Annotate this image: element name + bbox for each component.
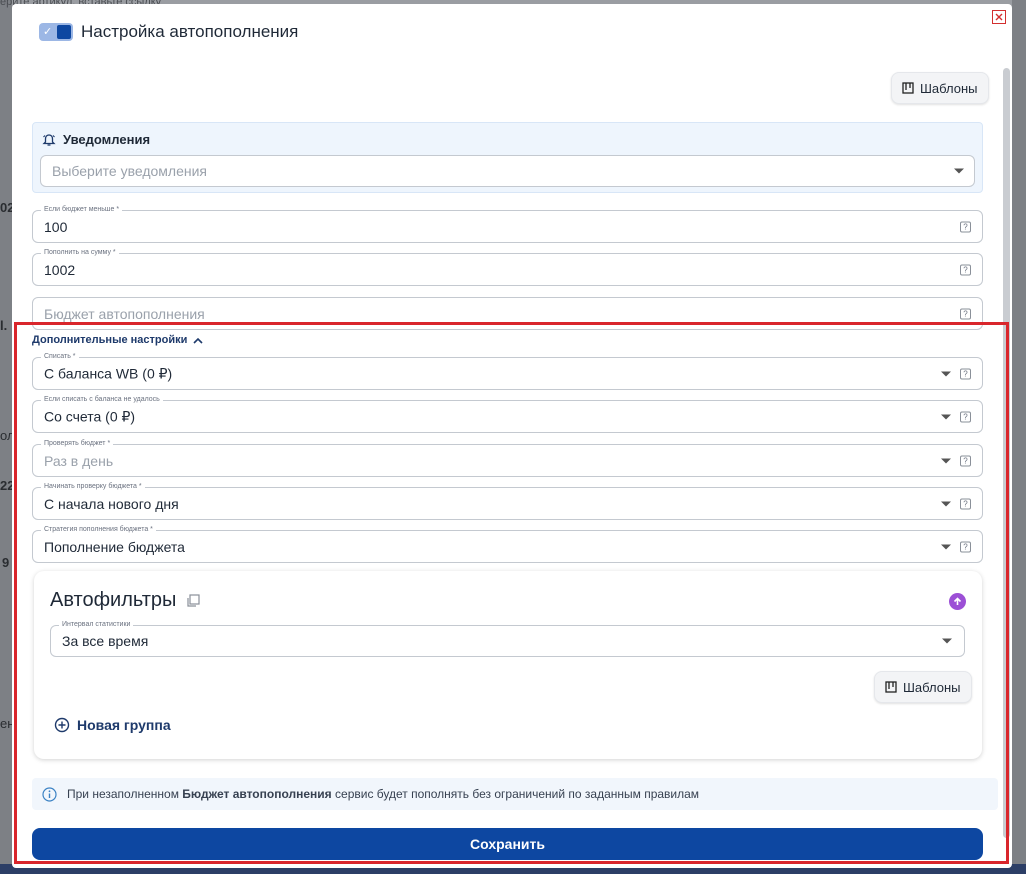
background-text: 9 (2, 555, 10, 570)
select-value: За все время (62, 633, 149, 649)
chevron-down-icon (941, 458, 951, 463)
background-text: l. (0, 318, 8, 333)
topup-strategy-select[interactable]: Стратегия пополнения бюджета * Пополнени… (32, 525, 983, 563)
field-placeholder: Бюджет автопополнения (44, 305, 205, 322)
check-start-select[interactable]: Начинать проверку бюджета * С начала нов… (32, 482, 983, 520)
template-icon (885, 681, 897, 693)
notifications-placeholder: Выберите уведомления (52, 163, 208, 179)
close-icon (995, 13, 1003, 21)
bell-icon (42, 133, 56, 146)
close-button[interactable] (992, 10, 1006, 24)
check-frequency-select[interactable]: Проверять бюджет * Раз в день ? (32, 439, 983, 477)
autofilters-card: Автофильтры Интервал статистики За все в… (34, 571, 982, 759)
stats-interval-select[interactable]: Интервал статистики За все время (50, 620, 965, 657)
plus-circle-icon (54, 717, 70, 733)
new-group-label: Новая группа (77, 717, 171, 733)
background-right (1012, 0, 1026, 874)
collapse-up-icon[interactable] (949, 593, 966, 610)
field-label: Интервал статистики (59, 620, 134, 630)
topup-amount-field[interactable]: Пополнить на сумму * 1002 ? (32, 248, 983, 286)
check-icon: ✓ (43, 26, 53, 38)
field-label: Списать * (41, 352, 79, 362)
help-icon[interactable]: ? (960, 411, 971, 422)
fallback-source-select[interactable]: Если списать с баланса не удалось Со сче… (32, 395, 983, 433)
modal-title: Настройка автопополнения (81, 22, 299, 41)
budget-threshold-field[interactable]: Если бюджет меньше * 100 ? (32, 205, 983, 243)
info-bold: Бюджет автопополнения (182, 787, 332, 801)
save-button[interactable]: Сохранить (32, 828, 983, 860)
field-label: Проверять бюджет * (41, 439, 114, 449)
advanced-settings-toggle[interactable]: Дополнительные настройки (32, 334, 203, 346)
help-icon[interactable]: ? (960, 221, 971, 232)
help-icon[interactable]: ? (960, 498, 971, 509)
chevron-up-icon (193, 337, 203, 344)
autofill-settings-modal: ✓ Настройка автопополнения Шаблоны Уведо… (12, 4, 1012, 868)
autofilters-title: Автофильтры (50, 589, 201, 612)
templates-button[interactable]: Шаблоны (891, 72, 989, 104)
notifications-label: Уведомления (63, 132, 151, 147)
chevron-down-icon (941, 501, 951, 506)
notifications-section: Уведомления Выберите уведомления (32, 122, 983, 193)
select-value: Со счета (0 ₽) (44, 408, 136, 424)
info-notice: При незаполненном Бюджет автопополнения … (32, 778, 998, 810)
field-label: Если списать с баланса не удалось (41, 395, 163, 405)
field-value: 1002 (44, 261, 76, 278)
templates-label: Шаблоны (903, 679, 961, 695)
help-icon[interactable]: ? (960, 368, 971, 379)
select-value: Пополнение бюджета (44, 538, 185, 555)
autofill-budget-field[interactable]: Бюджет автопополнения ? (32, 297, 983, 330)
select-value: С начала нового дня (44, 495, 179, 512)
info-suffix: сервис будет пополнять без ограничений п… (335, 787, 700, 801)
notifications-select[interactable]: Выберите уведомления (40, 155, 975, 187)
autofilters-heading: Автофильтры (50, 589, 177, 611)
field-label: Если бюджет меньше * (41, 205, 123, 215)
autofill-toggle[interactable]: ✓ (39, 23, 73, 41)
copy-help-icon[interactable] (186, 593, 201, 608)
templates-label: Шаблоны (920, 80, 978, 96)
help-icon[interactable]: ? (960, 541, 971, 552)
notifications-title: Уведомления (42, 132, 150, 147)
chevron-down-icon (941, 414, 951, 419)
field-label: Стратегия пополнения бюджета * (41, 525, 156, 535)
new-group-button[interactable]: Новая группа (54, 717, 171, 733)
select-value: С баланса WB (0 ₽) (44, 365, 173, 381)
select-value: Раз в день (44, 452, 114, 469)
debit-source-select[interactable]: Списать * С баланса WB (0 ₽) ? (32, 352, 983, 390)
help-icon[interactable]: ? (960, 264, 971, 275)
modal-header: ✓ Настройка автопополнения (39, 22, 298, 42)
info-icon (42, 786, 57, 802)
info-prefix: При незаполненном (67, 787, 179, 801)
chevron-down-icon (941, 371, 951, 376)
advanced-settings-label: Дополнительные настройки (32, 334, 188, 346)
field-label: Начинать проверку бюджета * (41, 482, 145, 492)
info-text: При незаполненном Бюджет автопополнения … (67, 787, 699, 801)
autofilter-templates-button[interactable]: Шаблоны (874, 671, 972, 703)
chevron-down-icon (942, 638, 952, 644)
toggle-knob (57, 25, 71, 39)
help-icon[interactable]: ? (960, 308, 971, 319)
field-value: 100 (44, 218, 68, 235)
arrow-up-icon (953, 597, 962, 605)
help-icon[interactable]: ? (960, 455, 971, 466)
template-icon (902, 82, 914, 94)
chevron-down-icon (941, 544, 951, 549)
field-label: Пополнить на сумму * (41, 248, 119, 258)
chevron-down-icon (954, 168, 964, 174)
modal-scrollbar[interactable] (1003, 68, 1010, 838)
